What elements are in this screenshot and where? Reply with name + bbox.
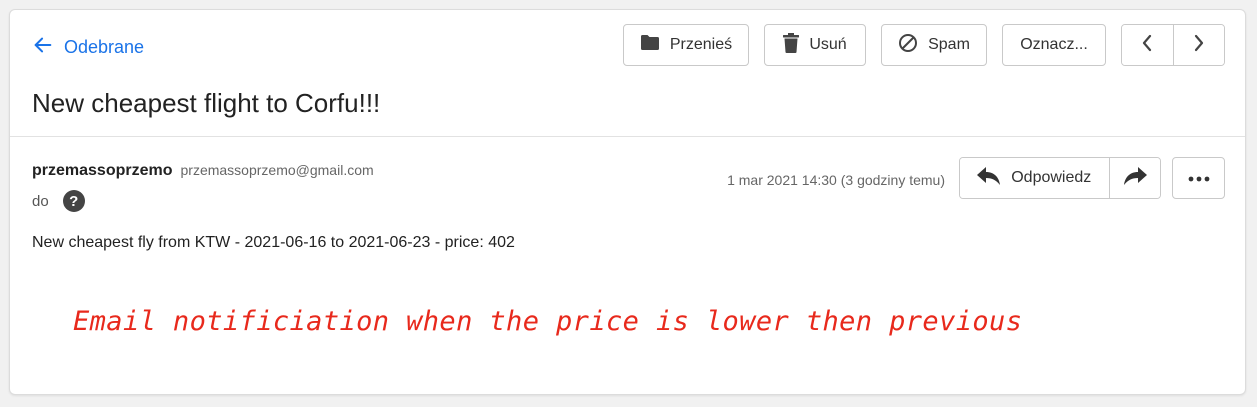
message-toolbar: Przenieś Usuń Spam Oznacz... <box>623 24 1225 66</box>
more-actions-button[interactable] <box>1172 157 1225 199</box>
spam-button[interactable]: Spam <box>881 24 987 66</box>
sender-name[interactable]: przemassoprzemo <box>32 162 173 180</box>
mark-button[interactable]: Oznacz... <box>1002 24 1106 66</box>
sender-info: przemassoprzemo przemassoprzemo@gmail.co… <box>32 162 374 180</box>
back-label: Odebrane <box>64 37 145 57</box>
spam-label: Spam <box>928 36 970 53</box>
reply-icon <box>977 166 1001 190</box>
header-divider <box>10 136 1245 137</box>
move-button[interactable]: Przenieś <box>623 24 749 66</box>
delete-button[interactable]: Usuń <box>764 24 866 66</box>
move-label: Przenieś <box>669 36 733 53</box>
previous-message-button[interactable] <box>1122 25 1173 65</box>
chevron-left-icon <box>1141 34 1153 57</box>
reply-actions: Odpowiedz <box>959 157 1161 199</box>
message-subject: New cheapest flight to Corfu!!! <box>32 88 381 118</box>
reply-button[interactable]: Odpowiedz <box>960 158 1109 198</box>
recipient-line: do ? <box>32 190 85 212</box>
folder-icon <box>640 34 660 56</box>
delete-label: Usuń <box>809 36 847 53</box>
help-icon[interactable]: ? <box>62 190 85 212</box>
to-label: do <box>32 192 49 210</box>
message-body: New cheapest fly from KTW - 2021-06-16 t… <box>32 234 515 251</box>
sender-email[interactable]: przemassoprzemo@gmail.com <box>181 162 374 178</box>
reply-label: Odpowiedz <box>1011 169 1092 186</box>
message-card: Odebrane Przenieś Usuń Spam Oznacz... Ne… <box>9 9 1246 395</box>
forward-button[interactable] <box>1108 158 1160 198</box>
mark-label: Oznacz... <box>1020 36 1088 53</box>
chevron-right-icon <box>1193 34 1205 57</box>
forward-icon <box>1123 166 1147 190</box>
trash-icon <box>783 32 800 58</box>
more-icon <box>1188 169 1210 187</box>
arrow-left-icon <box>32 34 54 61</box>
next-message-button[interactable] <box>1172 25 1224 65</box>
block-icon <box>898 33 918 58</box>
annotation-text: Email notificiation when the price is lo… <box>73 306 1023 337</box>
message-date: 1 mar 2021 14:30 (3 godziny temu) <box>727 172 945 188</box>
message-navigation <box>1121 24 1225 66</box>
back-to-inbox-link[interactable]: Odebrane <box>32 34 144 61</box>
